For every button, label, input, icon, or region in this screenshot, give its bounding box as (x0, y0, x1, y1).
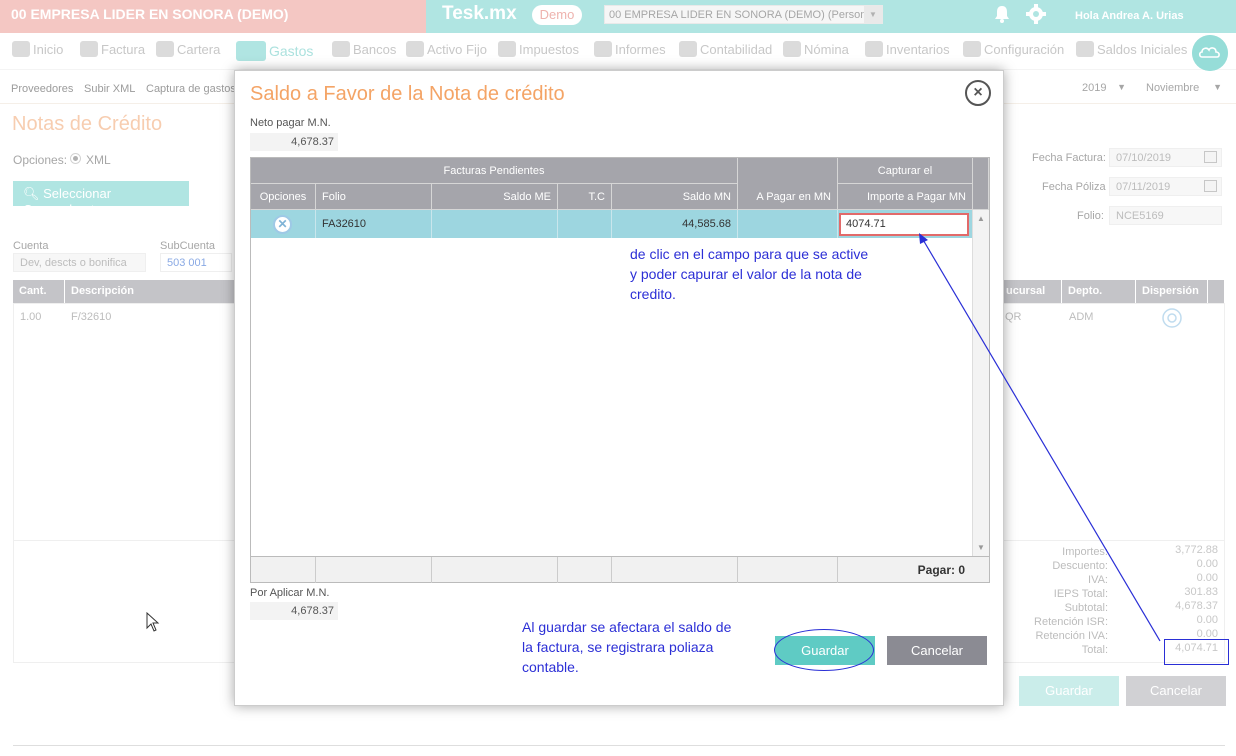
row-tc (558, 210, 612, 238)
importe-input[interactable]: 4074.71 (839, 213, 969, 236)
annotation-line: de clic en el campo para que se active (630, 246, 869, 262)
annotation-line: Al guardar se afectara el saldo de (522, 619, 732, 635)
footer-cell (558, 557, 612, 583)
group-header-pendientes: Facturas Pendientes (251, 158, 738, 184)
save-highlight-circle (774, 629, 874, 671)
footer-pagar: Pagar: 0 (917, 563, 965, 577)
scroll-up-icon[interactable]: ▲ (977, 214, 985, 223)
invoice-row[interactable]: ✕ FA32610 44,585.68 4074.71 (251, 210, 973, 238)
col-header-tc: T.C (558, 184, 612, 210)
group-header-capturar: Capturar el (838, 158, 973, 184)
close-icon[interactable]: × (965, 80, 991, 106)
col-header-folio: Folio (316, 184, 432, 210)
cancel-button[interactable]: Cancelar (887, 636, 987, 665)
scroll-header (973, 158, 989, 210)
col-header-opciones: Opciones (251, 184, 316, 210)
annotation-line: la factura, se registrara poliaza (522, 639, 714, 655)
neto-value: 4,678.37 (250, 133, 338, 151)
grid-footer: Pagar: 0 (251, 556, 989, 583)
col-header-importe: Importe a Pagar MN (838, 184, 973, 210)
row-saldo-mn: 44,585.68 (612, 210, 738, 238)
footer-cell (251, 557, 316, 583)
por-aplicar-value: 4,678.37 (250, 602, 338, 620)
annotation-line: contable. (522, 659, 579, 675)
neto-label: Neto pagar M.N. (250, 117, 331, 129)
col-header-saldo-me: Saldo ME (432, 184, 558, 210)
credit-note-modal: Saldo a Favor de la Nota de crédito × Ne… (234, 70, 1004, 706)
annotation-field-note: de clic en el campo para que se active y… (630, 244, 868, 304)
footer-cell (316, 557, 432, 583)
col-header-a-pagar: A Pagar en MN (738, 184, 838, 210)
remove-icon[interactable]: ✕ (273, 215, 292, 234)
row-folio: FA32610 (316, 210, 432, 238)
por-aplicar-label: Por Aplicar M.N. (250, 587, 330, 599)
annotation-line: y poder capurar el valor de la nota de (630, 266, 862, 282)
modal-title: Saldo a Favor de la Nota de crédito (250, 83, 565, 105)
row-opciones: ✕ (251, 210, 316, 238)
pending-invoices-grid: Facturas Pendientes Capturar el Opciones… (250, 157, 990, 583)
total-highlight-box (1164, 639, 1229, 665)
annotation-line: credito. (630, 286, 676, 302)
col-header-saldo-mn: Saldo MN (612, 184, 738, 210)
row-a-pagar (738, 210, 838, 238)
grid-scrollbar[interactable]: ▲ ▼ (972, 210, 989, 556)
footer-cell (432, 557, 558, 583)
mouse-cursor-icon (146, 612, 160, 632)
annotation-save-note: Al guardar se afectara el saldo de la fa… (522, 617, 731, 677)
scroll-down-icon[interactable]: ▼ (977, 543, 985, 552)
row-saldo-me (432, 210, 558, 238)
footer-cell (738, 557, 838, 583)
footer-cell (612, 557, 738, 583)
